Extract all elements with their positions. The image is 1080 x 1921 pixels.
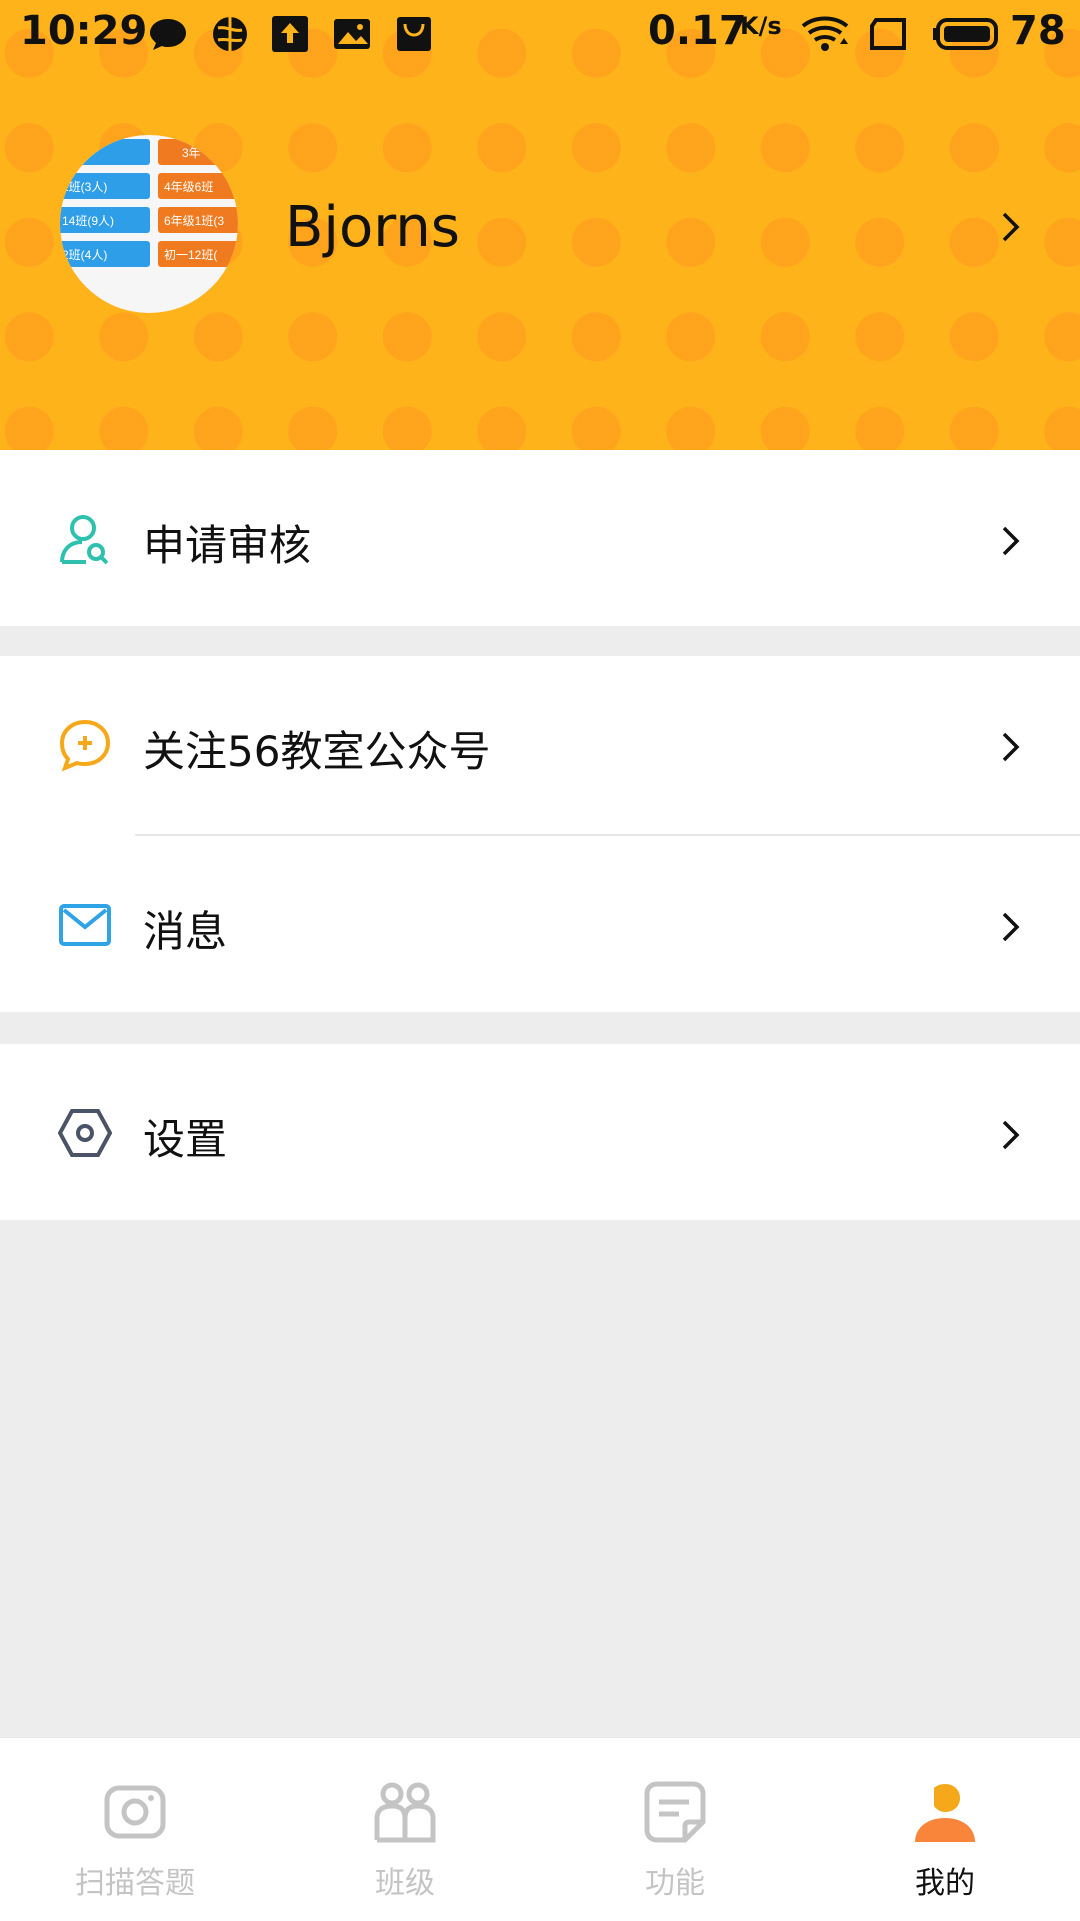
menu-card: 设置 [0,1044,1080,1220]
menu-item-follow-account[interactable]: 关注56教室公众号 [0,656,1080,832]
person-icon [913,1780,977,1844]
menu-item-settings[interactable]: 设置 [0,1044,1080,1220]
tab-label: 班级 [375,1866,435,1901]
tab-scan-answer[interactable]: 扫描答题 [0,1738,270,1921]
status-time: 10:29 [20,8,148,54]
screen-icon [868,14,908,54]
chevron-right-icon [1000,524,1022,562]
chevron-right-icon[interactable] [1000,210,1022,248]
menu-card: 申请审核 [0,450,1080,626]
menu-item-label: 设置 [143,1115,228,1164]
settings-hexagon-icon [57,1106,113,1160]
avatar-text: 6年级1班(3 [164,214,224,228]
chevron-right-icon [1000,910,1022,948]
profile-header: 10:29 0.17 K/s 78 3年 2班(3人) 4年级6班 14班(9人… [0,0,1080,450]
mail-icon [58,898,112,952]
chat-bubble-icon [148,14,188,54]
chat-add-icon [58,718,112,772]
document-icon [643,1780,707,1844]
battery-level: 78 [1010,8,1066,54]
menu-card: 关注56教室公众号 消息 [0,656,1080,1012]
chevron-right-icon [1000,1118,1022,1156]
browser-icon [210,14,250,54]
tab-mine[interactable]: 我的 [810,1738,1080,1921]
chevron-right-icon [1000,730,1022,768]
menu-item-apply-review[interactable]: 申请审核 [0,450,1080,626]
image-icon [332,14,372,54]
avatar-text: 4年级6班 [164,180,213,194]
avatar-text: 2班(4人) [62,248,107,262]
shopping-bag-icon [394,14,434,54]
network-speed: 0.17 [648,8,747,54]
bottom-tab-bar: 扫描答题 班级 功能 我的 [0,1737,1080,1921]
avatar-text: 3年 [182,146,201,160]
upload-icon [270,14,310,54]
camera-icon [103,1780,167,1844]
user-search-icon [58,512,112,566]
tab-label: 扫描答题 [75,1866,195,1901]
network-speed-unit: K/s [740,12,782,40]
menu-item-messages[interactable]: 消息 [0,836,1080,1012]
menu-item-label: 消息 [143,907,228,956]
tab-label: 功能 [645,1866,705,1901]
group-icon [373,1780,437,1844]
menu-item-label: 关注56教室公众号 [143,727,491,776]
avatar-text: 2班(3人) [62,180,107,194]
avatar-text: 14班(9人) [62,214,114,228]
tab-class[interactable]: 班级 [270,1738,540,1921]
tab-label: 我的 [915,1866,975,1901]
avatar-text: 初一12班( [164,248,217,262]
battery-icon [932,14,1002,54]
tab-functions[interactable]: 功能 [540,1738,810,1921]
status-bar: 10:29 0.17 K/s 78 [0,0,1080,70]
username[interactable]: Bjorns [285,195,460,260]
avatar[interactable]: 3年 2班(3人) 4年级6班 14班(9人) 6年级1班(3 2班(4人) 初… [60,135,238,313]
wifi-icon [800,14,850,54]
menu-item-label: 申请审核 [143,521,312,570]
